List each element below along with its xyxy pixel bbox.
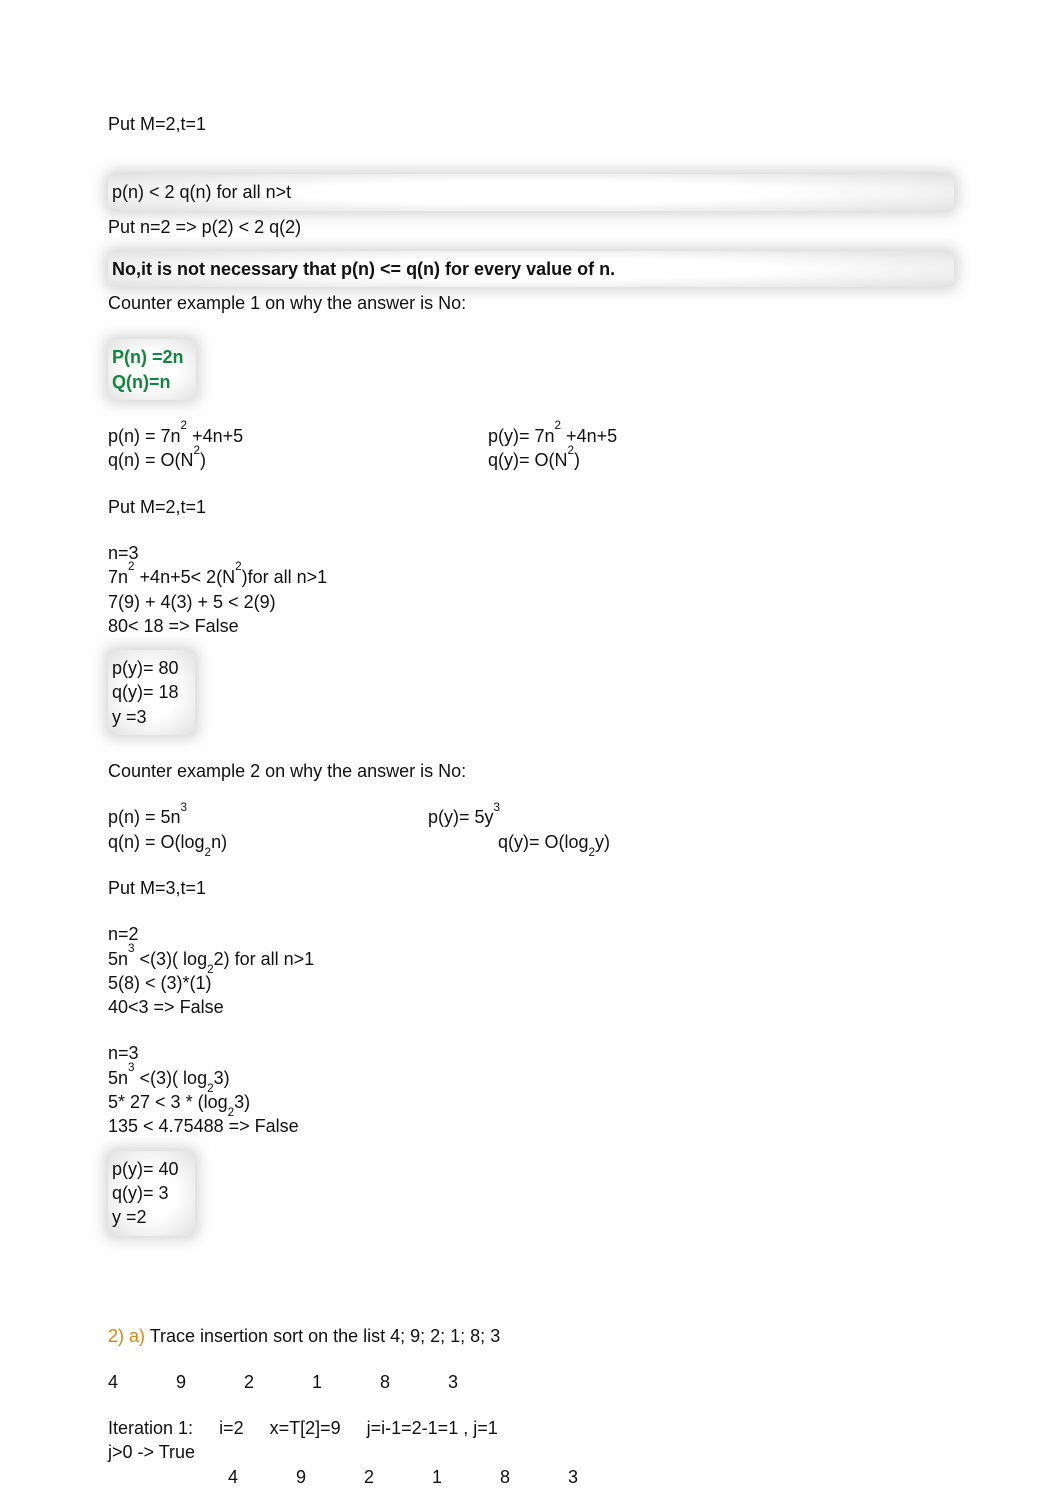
arr1-cell: 4 xyxy=(108,1370,128,1394)
arr1-cell: 8 xyxy=(380,1370,400,1394)
arr2-cell: 3 xyxy=(568,1465,588,1489)
eq-py-7n2: p(y)= 7n2 +4n+5 xyxy=(488,424,954,448)
array-row-1: 4 9 2 1 8 3 xyxy=(108,1370,954,1394)
iter1-label: Iteration 1: xyxy=(108,1416,193,1440)
highlighted-block-3: P(n) =2n Q(n)=n xyxy=(108,339,196,400)
line-put-n2: Put n=2 => p(2) < 2 q(2) xyxy=(108,215,954,239)
highlighted-block-1: p(n) < 2 q(n) for all n>t xyxy=(108,174,954,210)
arr2-cell: 2 xyxy=(364,1465,384,1489)
question-2a-text: Trace insertion sort on the list 4; 9; 2… xyxy=(145,1326,500,1346)
line-y-2: y =2 xyxy=(112,1205,179,1229)
arr2-cell: 1 xyxy=(432,1465,452,1489)
arr1-cell: 9 xyxy=(176,1370,196,1394)
line-y-3: y =3 xyxy=(112,705,179,729)
line-n3-b: n=3 xyxy=(108,1041,954,1065)
eq-py-5y3: p(y)= 5y3 xyxy=(428,805,500,829)
line-py-80: p(y)= 80 xyxy=(112,656,179,680)
line-pn-lt-2qn: p(n) < 2 q(n) for all n>t xyxy=(112,180,944,204)
line-put-m3t1: Put M=3,t=1 xyxy=(108,876,954,900)
line-5n3-lt: 5n3 <(3)( log22) for all n>1 xyxy=(108,947,954,971)
line-7n2-4n-5: 7n2 +4n+5< 2(N2)for all n>1 xyxy=(108,565,954,589)
array-row-2: 4 9 2 1 8 3 xyxy=(228,1465,954,1489)
line-counterexample1: Counter example 1 on why the answer is N… xyxy=(108,291,954,315)
line-qy-18: q(y)= 18 xyxy=(112,680,179,704)
highlighted-block-5: p(y)= 40 q(y)= 3 y =2 xyxy=(108,1151,195,1236)
line-counterexample2: Counter example 2 on why the answer is N… xyxy=(108,759,954,783)
eq-qy-on2: q(y)= O(N2) xyxy=(488,448,954,472)
iter1-j: j=i-1=2-1=1 , j=1 xyxy=(367,1416,498,1440)
line-7-9-4-3-5: 7(9) + 4(3) + 5 < 2(9) xyxy=(108,590,954,614)
arr1-cell: 2 xyxy=(244,1370,264,1394)
arr2-cell: 4 xyxy=(228,1465,248,1489)
highlighted-block-2: No,it is not necessary that p(n) <= q(n)… xyxy=(108,251,954,287)
line-qn-n: Q(n)=n xyxy=(112,370,184,394)
line-j-gt-0-true: j>0 -> True xyxy=(108,1440,954,1464)
highlighted-block-4: p(y)= 80 q(y)= 18 y =3 xyxy=(108,650,195,735)
line-40-lt-3-false: 40<3 => False xyxy=(108,995,954,1019)
line-5-27-lt: 5* 27 < 3 * (log23) xyxy=(108,1090,954,1114)
arr1-cell: 3 xyxy=(448,1370,468,1394)
two-column-eqs-2b: q(n) = O(log2n) q(y)= O(log2y) xyxy=(108,830,954,854)
arr2-cell: 9 xyxy=(296,1465,316,1489)
line-no-necessary: No,it is not necessary that p(n) <= q(n)… xyxy=(112,257,944,281)
line-135-lt-false: 135 < 4.75488 => False xyxy=(108,1114,954,1138)
line-5n3-lt-log3: 5n3 <(3)( log23) xyxy=(108,1066,954,1090)
iteration-1-line: Iteration 1: i=2 x=T[2]=9 j=i-1=2-1=1 , … xyxy=(108,1416,954,1440)
line-qy-3: q(y)= 3 xyxy=(112,1181,179,1205)
eq-pn-5n3: p(n) = 5n3 xyxy=(108,805,308,829)
iter1-i: i=2 xyxy=(219,1416,244,1440)
two-column-eqs-1: p(n) = 7n2 +4n+5 q(n) = O(N2) p(y)= 7n2 … xyxy=(108,424,954,473)
line-n2: n=2 xyxy=(108,922,954,946)
line-pn-2n: P(n) =2n xyxy=(112,345,184,369)
eq-qn-olog2n: q(n) = O(log2n) xyxy=(108,830,308,854)
arr2-cell: 8 xyxy=(500,1465,520,1489)
line-py-40: p(y)= 40 xyxy=(112,1157,179,1181)
line-put-m2t1-b: Put M=2,t=1 xyxy=(108,495,954,519)
question-2a: 2) a) Trace insertion sort on the list 4… xyxy=(108,1324,954,1348)
line-5-8-lt-3-1: 5(8) < (3)*(1) xyxy=(108,971,954,995)
eq-pn-7n2: p(n) = 7n2 +4n+5 xyxy=(108,424,368,448)
line-80-lt-18-false: 80< 18 => False xyxy=(108,614,954,638)
two-column-eqs-2a: p(n) = 5n3 p(y)= 5y3 xyxy=(108,805,954,829)
line-put-m2t1: Put M=2,t=1 xyxy=(108,112,954,136)
document-page: Put M=2,t=1 p(n) < 2 q(n) for all n>t Pu… xyxy=(0,0,1062,1506)
eq-qn-on2: q(n) = O(N2) xyxy=(108,448,368,472)
eq-qy-olog2y: q(y)= O(log2y) xyxy=(498,830,610,854)
arr1-cell: 1 xyxy=(312,1370,332,1394)
question-2a-label: 2) a) xyxy=(108,1326,145,1346)
iter1-x: x=T[2]=9 xyxy=(270,1416,341,1440)
